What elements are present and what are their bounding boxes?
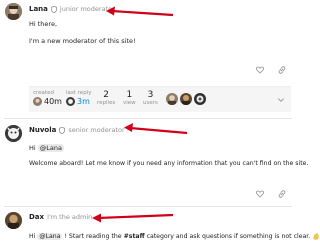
views-count: 1 [126, 90, 133, 100]
body-text: category and ask questions if something … [146, 233, 311, 240]
post-lana: Lana junior moderator Hi there, I'm a ne… [0, 0, 296, 118]
participant-avatar[interactable] [180, 93, 192, 105]
users-count: 3 [147, 90, 154, 100]
stat-users: 3 users [143, 90, 158, 106]
body-line: Hi @Lana [29, 144, 290, 153]
created-label: created [33, 90, 54, 96]
avatar[interactable] [5, 3, 22, 20]
post-controls [256, 66, 286, 74]
post-header: Dax I'm the admin [29, 213, 92, 221]
views-label: view [123, 100, 136, 106]
replies-count: 2 [103, 90, 110, 100]
replies-label: replies [97, 100, 116, 106]
annotation-arrow [124, 123, 188, 135]
post-body: Hi @Lana ! Start reading the #staff cate… [29, 232, 319, 241]
avatar[interactable] [5, 212, 22, 229]
link-icon[interactable] [278, 190, 286, 198]
avatar[interactable] [5, 125, 22, 142]
last-reply-label: last reply [66, 90, 92, 96]
annotation-arrow [92, 213, 174, 223]
user-mention[interactable]: @Lana [37, 144, 64, 152]
username[interactable]: Nuvola [29, 126, 56, 134]
chevron-down-icon[interactable] [277, 96, 285, 104]
post-dax: Dax I'm the admin Hi @Lana ! Start readi… [0, 207, 319, 250]
user-title: senior moderator [68, 126, 125, 134]
user-title: I'm the admin [47, 213, 93, 221]
username[interactable]: Dax [29, 213, 44, 221]
category-hashtag[interactable]: #staff [124, 233, 145, 240]
stat-replies: 2 replies [97, 90, 115, 106]
body-text: Hi [29, 233, 36, 240]
link-icon[interactable] [278, 66, 286, 74]
shield-icon [59, 126, 66, 134]
body-greeting: Hi [29, 144, 36, 152]
stat-views: 1 view [123, 90, 136, 106]
user-mention[interactable]: @Lana [37, 233, 63, 240]
stat-created: created 40m [33, 90, 62, 106]
body-line: Welcome aboard! Let me know if you need … [29, 160, 309, 167]
participant-avatar[interactable] [194, 93, 206, 105]
post-body: Hi @Lana Welcome aboard! Let me know if … [29, 144, 309, 168]
annotation-arrow [106, 6, 174, 17]
avatar [33, 97, 42, 106]
body-line: Hi there, [29, 20, 58, 28]
post-body: Hi there, I'm a new moderator of this si… [29, 20, 290, 46]
avatar [66, 97, 75, 106]
post-header: Lana junior moderator [29, 5, 115, 13]
stat-last-reply[interactable]: last reply 3m [66, 90, 91, 106]
clapping-hands-emoji [313, 232, 319, 240]
last-reply-value: 3m [77, 97, 90, 106]
post-nuvola: Nuvola senior moderator Hi @Lana Welcome… [0, 119, 309, 207]
body-line: I'm a new moderator of this site! [29, 37, 136, 45]
body-text: ! Start reading the [64, 233, 122, 240]
created-value: 40m [44, 97, 62, 106]
post-controls [256, 190, 286, 198]
topic-map: created 40m last reply 3m 2 replies 1 vi… [29, 86, 291, 112]
shield-icon [50, 5, 57, 13]
users-label: users [143, 100, 158, 106]
post-header: Nuvola senior moderator [29, 126, 125, 134]
heart-icon[interactable] [256, 190, 264, 198]
heart-icon[interactable] [256, 66, 264, 74]
username[interactable]: Lana [29, 5, 48, 13]
participant-avatar[interactable] [166, 93, 178, 105]
